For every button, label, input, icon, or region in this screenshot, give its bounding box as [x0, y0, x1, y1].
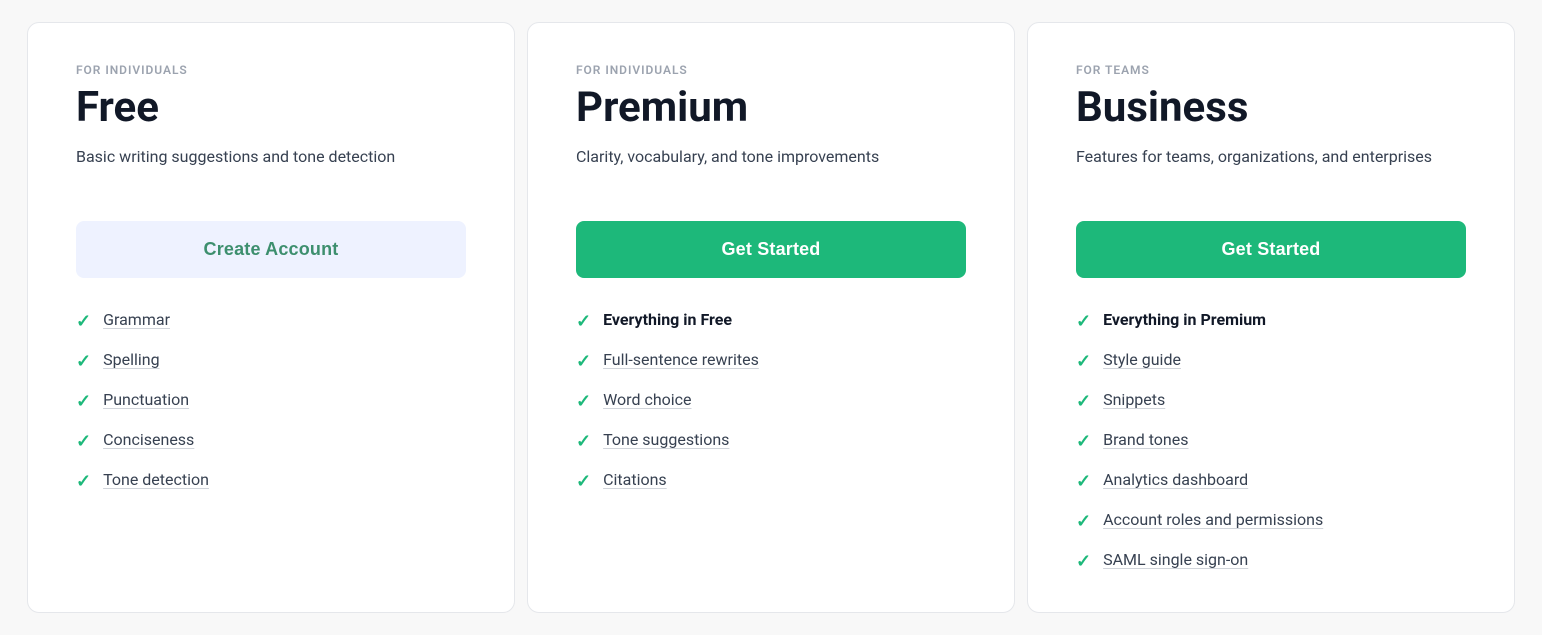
checkmark-icon: ✓: [76, 391, 91, 412]
feature-item: ✓ Account roles and permissions: [1076, 510, 1466, 532]
pricing-card-business: FOR TEAMS Business Features for teams, org…: [1027, 22, 1515, 613]
feature-label: Full-sentence rewrites: [603, 350, 759, 369]
feature-item: ✓ Full-sentence rewrites: [576, 350, 966, 372]
checkmark-icon: ✓: [576, 431, 591, 452]
pricing-card-free: FOR INDIVIDUALS Free Basic writing suggest…: [27, 22, 515, 613]
feature-item: ✓ SAML single sign-on: [1076, 550, 1466, 572]
checkmark-icon: ✓: [1076, 551, 1091, 572]
checkmark-icon: ✓: [76, 471, 91, 492]
checkmark-icon: ✓: [1076, 391, 1091, 412]
feature-label: Snippets: [1103, 390, 1165, 409]
feature-label: Analytics dashboard: [1103, 470, 1248, 489]
checkmark-icon: ✓: [76, 431, 91, 452]
checkmark-icon: ✓: [1076, 431, 1091, 452]
feature-list: ✓ Everything in Free ✓ Full-sentence rewrit…: [576, 310, 966, 492]
plan-description: Clarity, vocabulary, and tone improvemen…: [576, 145, 966, 193]
plan-name: Premium: [576, 85, 966, 131]
checkmark-icon: ✓: [1076, 471, 1091, 492]
feature-list: ✓ Grammar ✓ Spelling ✓ Punctuation ✓ Concisenes…: [76, 310, 466, 492]
pricing-card-premium: FOR INDIVIDUALS Premium Clarity, vocabular…: [527, 22, 1015, 613]
checkmark-icon: ✓: [1076, 511, 1091, 532]
plan-audience: FOR TEAMS: [1076, 63, 1466, 77]
checkmark-icon: ✓: [576, 311, 591, 332]
feature-item: ✓ Tone suggestions: [576, 430, 966, 452]
plan-name: Free: [76, 85, 466, 131]
feature-label: Punctuation: [103, 390, 189, 409]
feature-item: ✓ Grammar: [76, 310, 466, 332]
feature-label: Citations: [603, 470, 667, 489]
free-cta-button[interactable]: Create Account: [76, 221, 466, 278]
feature-label: Account roles and permissions: [1103, 510, 1323, 529]
feature-item: ✓ Style guide: [1076, 350, 1466, 372]
feature-label: Spelling: [103, 350, 159, 369]
checkmark-icon: ✓: [576, 351, 591, 372]
feature-item: ✓ Brand tones: [1076, 430, 1466, 452]
feature-item: ✓ Tone detection: [76, 470, 466, 492]
feature-item: ✓ Everything in Premium: [1076, 310, 1466, 332]
feature-label: Everything in Free: [603, 310, 732, 329]
feature-item: ✓ Analytics dashboard: [1076, 470, 1466, 492]
feature-label: Grammar: [103, 310, 170, 329]
feature-label: Everything in Premium: [1103, 310, 1266, 329]
plan-audience: FOR INDIVIDUALS: [576, 63, 966, 77]
feature-label: Tone detection: [103, 470, 209, 489]
feature-list: ✓ Everything in Premium ✓ Style guide ✓ Snipp…: [1076, 310, 1466, 572]
feature-item: ✓ Everything in Free: [576, 310, 966, 332]
premium-cta-button[interactable]: Get Started: [576, 221, 966, 278]
feature-item: ✓ Snippets: [1076, 390, 1466, 412]
feature-label: SAML single sign-on: [1103, 550, 1248, 569]
checkmark-icon: ✓: [576, 391, 591, 412]
plan-audience: FOR INDIVIDUALS: [76, 63, 466, 77]
feature-item: ✓ Citations: [576, 470, 966, 492]
feature-item: ✓ Punctuation: [76, 390, 466, 412]
feature-item: ✓ Word choice: [576, 390, 966, 412]
feature-item: ✓ Conciseness: [76, 430, 466, 452]
feature-label: Conciseness: [103, 430, 194, 449]
checkmark-icon: ✓: [576, 471, 591, 492]
plan-description: Features for teams, organizations, and e…: [1076, 145, 1466, 193]
checkmark-icon: ✓: [76, 311, 91, 332]
feature-label: Tone suggestions: [603, 430, 729, 449]
checkmark-icon: ✓: [1076, 351, 1091, 372]
business-cta-button[interactable]: Get Started: [1076, 221, 1466, 278]
plan-name: Business: [1076, 85, 1466, 131]
checkmark-icon: ✓: [1076, 311, 1091, 332]
plan-description: Basic writing suggestions and tone detec…: [76, 145, 466, 193]
checkmark-icon: ✓: [76, 351, 91, 372]
feature-label: Word choice: [603, 390, 691, 409]
feature-label: Brand tones: [1103, 430, 1188, 449]
pricing-container: FOR INDIVIDUALS Free Basic writing suggest…: [21, 22, 1521, 613]
feature-item: ✓ Spelling: [76, 350, 466, 372]
feature-label: Style guide: [1103, 350, 1181, 369]
